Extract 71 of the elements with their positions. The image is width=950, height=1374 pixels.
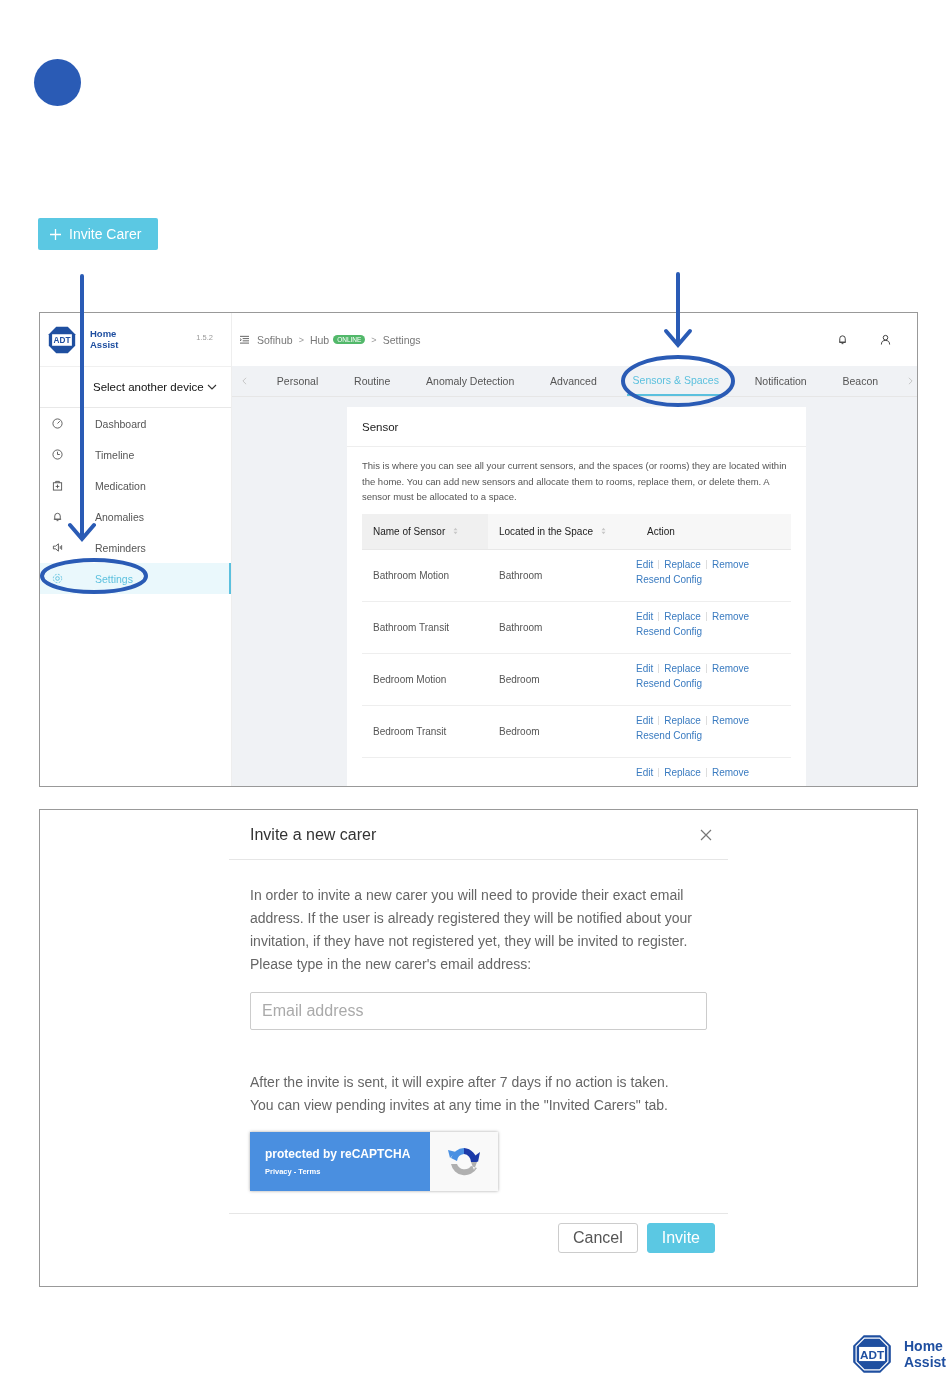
step-marker bbox=[34, 59, 81, 106]
plus-icon bbox=[50, 228, 61, 240]
device-select[interactable]: Select another device bbox=[40, 367, 231, 408]
dialog-title: Invite a new carer bbox=[250, 825, 377, 844]
email-input[interactable]: Email address bbox=[250, 992, 707, 1030]
action-link[interactable]: Edit bbox=[636, 766, 654, 778]
medkit-icon bbox=[52, 480, 63, 491]
action-link[interactable]: Resend Config bbox=[636, 625, 703, 637]
settings-tab[interactable]: Beacon bbox=[836, 366, 885, 396]
card-title: Sensor bbox=[347, 407, 806, 447]
cancel-button[interactable]: Cancel bbox=[557, 1223, 638, 1253]
column-header[interactable]: Name of Sensor bbox=[362, 513, 488, 549]
action-link[interactable]: Edit bbox=[636, 662, 654, 674]
gauge-icon bbox=[52, 418, 63, 429]
recaptcha-text: protected by reCAPTCHA bbox=[265, 1147, 412, 1161]
card-description: This is where you can see all your current sensors, and the spaces (or rooms) they are located within the home. You can add new sensors and allocate them to rooms, replace them, or delete them. A sensor must be allocated to a space. bbox=[362, 459, 788, 504]
settings-tab[interactable]: Personal bbox=[270, 366, 325, 396]
breadcrumb-link[interactable]: Settings bbox=[382, 333, 421, 346]
action-link[interactable]: Remove bbox=[711, 714, 750, 726]
action-link[interactable]: Remove bbox=[711, 610, 750, 622]
sidebar-item[interactable]: Reminders bbox=[40, 532, 231, 563]
column-header[interactable]: Located in the Space bbox=[488, 513, 636, 549]
action-link[interactable]: Remove bbox=[711, 662, 750, 674]
settings-tab[interactable]: Advanced bbox=[544, 366, 603, 396]
settings-tab[interactable]: Notification bbox=[748, 366, 813, 396]
breadcrumb-link[interactable]: Hub bbox=[309, 333, 330, 346]
breadcrumb-separator: > bbox=[371, 334, 377, 345]
action-link[interactable]: Resend Config bbox=[636, 573, 703, 585]
expiry-note: After the invite is sent, it will expire after 7 days if no action is taken. You can view pending invites at any time in the "Invited Carers" tab. bbox=[250, 1073, 670, 1115]
sidebar-item[interactable]: Medication bbox=[40, 470, 231, 501]
action-link[interactable]: Remove bbox=[711, 558, 750, 570]
column-header[interactable]: Action bbox=[636, 513, 791, 549]
settings-tab[interactable]: Anomaly Detection bbox=[420, 366, 521, 396]
action-link[interactable]: Edit bbox=[636, 714, 654, 726]
action-link[interactable]: Resend Config bbox=[636, 677, 703, 689]
breadcrumb-separator: > bbox=[298, 334, 304, 345]
sidebar-item[interactable]: Dashboard bbox=[40, 408, 231, 439]
action-link[interactable]: Replace bbox=[664, 662, 701, 674]
settings-tab[interactable]: Routine bbox=[348, 366, 397, 396]
user-icon[interactable] bbox=[880, 334, 891, 345]
action-link[interactable]: Remove bbox=[711, 766, 750, 778]
brand-name: Home Assist bbox=[903, 1338, 946, 1370]
dialog-text: In order to invite a new carer you will need to provide their exact email address. If the user is already registered they will be notified about your invitation, if they have not registered yet, they will be invited to register. Please type in the new carer's email address: bbox=[250, 886, 694, 974]
bell-icon[interactable] bbox=[837, 334, 848, 345]
action-link[interactable]: Replace bbox=[664, 610, 701, 622]
table-cell: Bathroom Motion bbox=[373, 569, 450, 581]
action-link[interactable]: Replace bbox=[664, 558, 701, 570]
action-link[interactable]: Replace bbox=[664, 714, 701, 726]
adt-logo-icon: ADT bbox=[48, 325, 76, 354]
brand-name: Home Assist bbox=[90, 329, 119, 350]
action-link[interactable]: Edit bbox=[636, 558, 654, 570]
close-icon[interactable] bbox=[700, 828, 712, 841]
table-cell: Bedroom Motion bbox=[373, 673, 447, 685]
clock-icon bbox=[52, 449, 63, 460]
table-cell: Bathroom bbox=[499, 569, 543, 581]
table-cell: Bathroom bbox=[499, 621, 543, 633]
table-cell: Bedroom bbox=[499, 673, 540, 685]
menu-icon[interactable] bbox=[240, 335, 249, 344]
table-cell: Bedroom bbox=[499, 725, 540, 737]
breadcrumb-link[interactable]: Sofihub bbox=[257, 333, 293, 346]
sidebar-item[interactable]: Anomalies bbox=[40, 501, 231, 532]
table-cell: Bathroom Transit bbox=[373, 621, 450, 633]
action-link[interactable]: Edit bbox=[636, 610, 654, 622]
bell-icon bbox=[52, 511, 63, 522]
table-cell: Bedroom Transit bbox=[373, 725, 447, 737]
action-link[interactable]: Replace bbox=[664, 766, 701, 778]
chevron-down-icon bbox=[207, 384, 217, 390]
action-link[interactable]: Resend Config bbox=[636, 729, 703, 741]
sidebar-item[interactable]: Timeline bbox=[40, 439, 231, 470]
gear-icon bbox=[52, 573, 63, 584]
speaker-icon bbox=[52, 542, 63, 553]
